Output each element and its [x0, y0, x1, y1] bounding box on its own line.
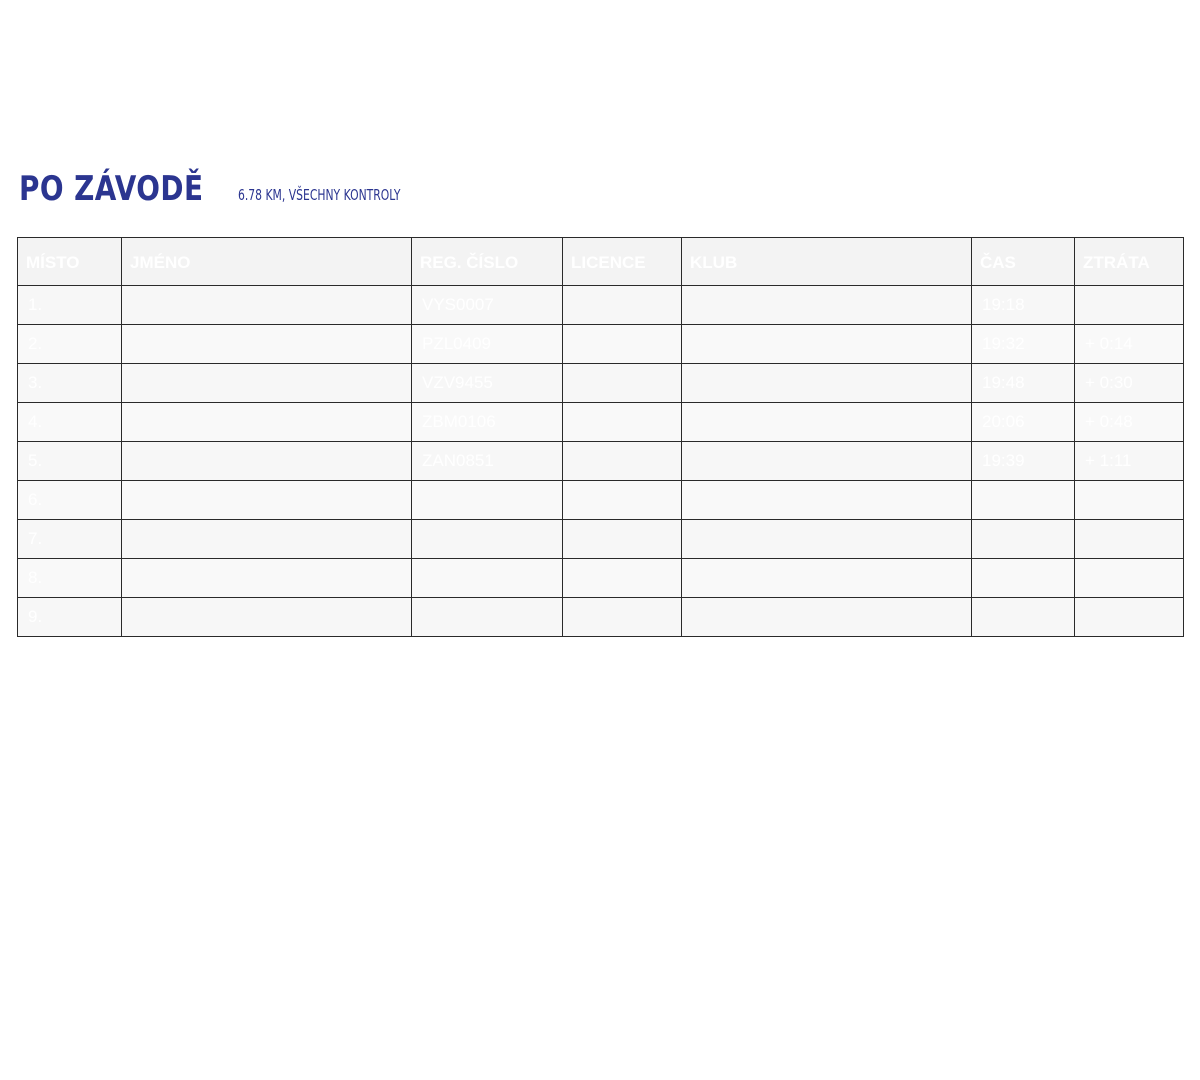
cell-reg-number: ZAN0851: [411, 441, 563, 481]
cell-name: [121, 480, 412, 520]
cell-name: [121, 519, 412, 559]
cell-name: [121, 285, 412, 325]
cell-club: [681, 363, 972, 403]
cell-loss: [1074, 285, 1184, 325]
cell-place: 3.: [17, 363, 122, 403]
cell-place: 1.: [17, 285, 122, 325]
cell-name: [121, 558, 412, 598]
table-row[interactable]: 8.: [17, 558, 1184, 598]
cell-reg-number: VZV9455: [411, 363, 563, 403]
cell-licence: [562, 597, 682, 637]
column-header-club[interactable]: KLUB: [681, 237, 972, 286]
cell-loss: + 1:11: [1074, 441, 1184, 481]
cell-time: [971, 519, 1075, 559]
table-row[interactable]: 3. VZV9455 19:48 + 0:30: [17, 363, 1184, 403]
cell-club: [681, 402, 972, 442]
cell-licence: [562, 558, 682, 598]
cell-loss: + 0:30: [1074, 363, 1184, 403]
cell-reg-number: [411, 519, 563, 559]
cell-club: [681, 480, 972, 520]
cell-club: [681, 558, 972, 598]
cell-place: 5.: [17, 441, 122, 481]
table-row[interactable]: 6.: [17, 480, 1184, 520]
cell-time: 19:48: [971, 363, 1075, 403]
cell-loss: [1074, 519, 1184, 559]
cell-reg-number: [411, 597, 563, 637]
column-header-licence[interactable]: LICENCE: [562, 237, 682, 286]
cell-time: [971, 597, 1075, 637]
table-header-row: MÍSTO JMÉNO REG. ČÍSLO LICENCE KLUB ČAS …: [17, 237, 1184, 286]
table-row[interactable]: 4. ZBM0106 20:06 + 0:48: [17, 402, 1184, 442]
cell-time: 19:39: [971, 441, 1075, 481]
results-page: PO ZÁVODĚ 6.78 KM, VŠECHNY KONTROLY MÍST…: [0, 0, 1200, 1080]
cell-name: [121, 597, 412, 637]
cell-club: [681, 441, 972, 481]
cell-licence: [562, 324, 682, 364]
table-row[interactable]: 7.: [17, 519, 1184, 559]
cell-place: 4.: [17, 402, 122, 442]
cell-place: 7.: [17, 519, 122, 559]
cell-reg-number: [411, 558, 563, 598]
column-header-reg-number[interactable]: REG. ČÍSLO: [411, 237, 563, 286]
cell-time: [971, 480, 1075, 520]
results-table: MÍSTO JMÉNO REG. ČÍSLO LICENCE KLUB ČAS …: [17, 237, 1184, 637]
cell-time: 20:06: [971, 402, 1075, 442]
column-header-place[interactable]: MÍSTO: [17, 237, 122, 286]
cell-reg-number: VYS0007: [411, 285, 563, 325]
cell-reg-number: ZBM0106: [411, 402, 563, 442]
cell-name: [121, 363, 412, 403]
cell-licence: [562, 519, 682, 559]
cell-club: [681, 285, 972, 325]
cell-licence: [562, 441, 682, 481]
cell-loss: + 0:48: [1074, 402, 1184, 442]
cell-licence: [562, 285, 682, 325]
cell-club: [681, 324, 972, 364]
cell-licence: [562, 480, 682, 520]
cell-time: 19:32: [971, 324, 1075, 364]
table-row[interactable]: 5. ZAN0851 19:39 + 1:11: [17, 441, 1184, 481]
results-header: PO ZÁVODĚ 6.78 KM, VŠECHNY KONTROLY: [19, 172, 464, 206]
cell-place: 9.: [17, 597, 122, 637]
table-row[interactable]: 9.: [17, 597, 1184, 637]
cell-name: [121, 324, 412, 364]
table-row[interactable]: 1. VYS0007 19:18: [17, 285, 1184, 325]
cell-time: [971, 558, 1075, 598]
cell-loss: [1074, 480, 1184, 520]
cell-name: [121, 441, 412, 481]
results-body: 1. VYS0007 19:18 2. PZL0409 19:32 + 0:14 3. VZV9…: [17, 285, 1184, 637]
column-header-name[interactable]: JMÉNO: [121, 237, 412, 286]
cell-place: 8.: [17, 558, 122, 598]
cell-licence: [562, 402, 682, 442]
cell-club: [681, 597, 972, 637]
cell-place: 2.: [17, 324, 122, 364]
cell-loss: [1074, 558, 1184, 598]
cell-loss: [1074, 597, 1184, 637]
column-header-loss[interactable]: ZTRÁTA: [1074, 237, 1184, 286]
cell-licence: [562, 363, 682, 403]
cell-reg-number: [411, 480, 563, 520]
cell-club: [681, 519, 972, 559]
cell-time: 19:18: [971, 285, 1075, 325]
cell-place: 6.: [17, 480, 122, 520]
page-title: PO ZÁVODĚ: [19, 169, 204, 209]
column-header-time[interactable]: ČAS: [971, 237, 1075, 286]
table-row[interactable]: 2. PZL0409 19:32 + 0:14: [17, 324, 1184, 364]
cell-name: [121, 402, 412, 442]
cell-loss: + 0:14: [1074, 324, 1184, 364]
course-info: 6.78 KM, VŠECHNY KONTROLY: [237, 186, 401, 204]
cell-reg-number: PZL0409: [411, 324, 563, 364]
